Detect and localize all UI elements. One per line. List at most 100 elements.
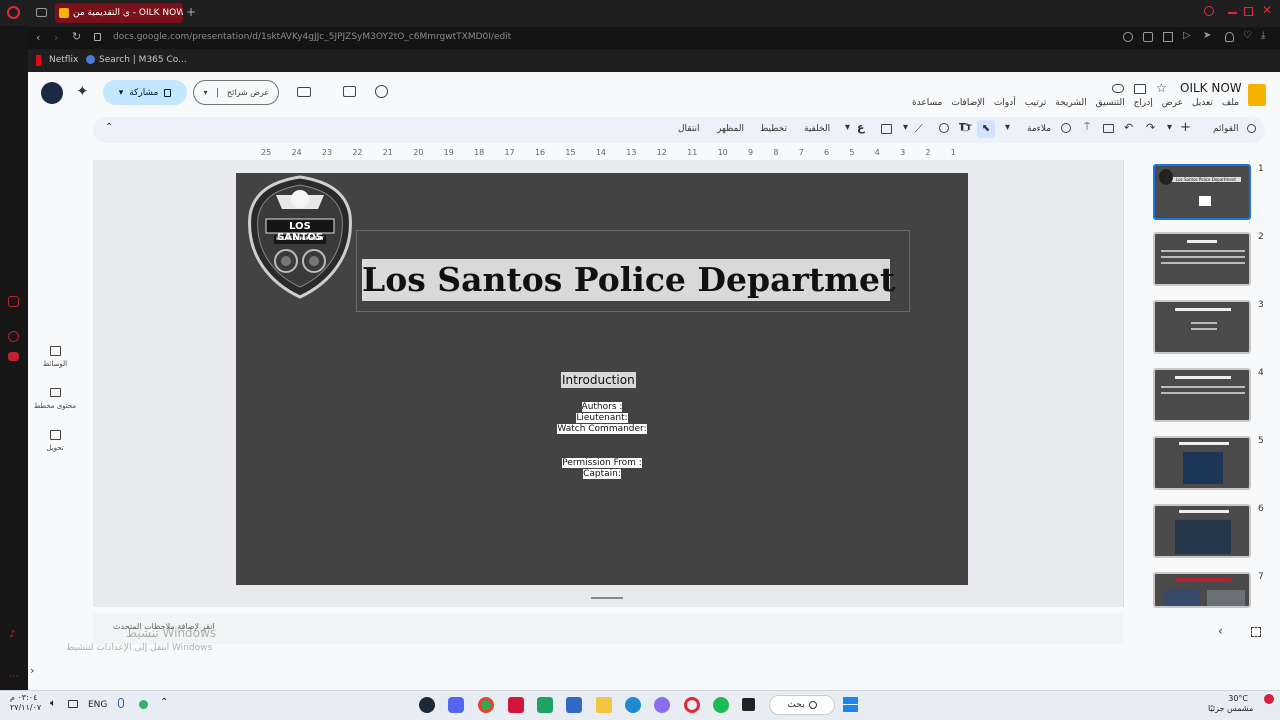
select-icon[interactable]: ⬉ <box>977 120 995 138</box>
new-slide-icon[interactable]: + <box>1180 120 1191 135</box>
sidebar-discord-icon[interactable] <box>8 352 19 361</box>
menus-search-button[interactable]: القوائم <box>1213 124 1238 134</box>
heart-icon[interactable]: ♡ <box>1243 30 1252 41</box>
side-tool-convert[interactable]: تحويل <box>25 430 85 452</box>
menu-edit[interactable]: تعديل <box>1192 98 1213 112</box>
sidebar-messenger-icon[interactable] <box>8 331 19 342</box>
menu-slide[interactable]: الشريحة <box>1055 98 1086 112</box>
bookmark-netflix[interactable]: Netflix <box>49 55 78 65</box>
star-icon[interactable]: ☆ <box>1156 81 1167 95</box>
network-icon[interactable] <box>68 700 78 708</box>
slideshow-button[interactable]: ▾ عرض شرائح <box>193 80 279 105</box>
share-button[interactable]: ▾ مشاركة <box>103 80 187 105</box>
back-icon[interactable]: ‹ <box>36 31 40 44</box>
play-icon[interactable]: ▷ <box>1183 30 1191 41</box>
browser-logo-icon[interactable] <box>7 6 20 19</box>
menu-insert[interactable]: إدراج <box>1134 98 1153 112</box>
opera-icon[interactable] <box>684 697 700 713</box>
menu-view[interactable]: عرض <box>1162 98 1183 112</box>
notes-resize-handle[interactable] <box>591 597 623 599</box>
zoom-dropdown-icon[interactable]: ▾ <box>1005 122 1010 133</box>
forward-icon[interactable]: › <box>54 31 58 44</box>
microphone-icon[interactable] <box>118 698 124 708</box>
store-icon[interactable] <box>566 697 582 713</box>
expand-sidebar-icon[interactable]: › <box>30 664 34 677</box>
collapse-panel-icon[interactable]: ‹ <box>1218 624 1223 638</box>
new-tab-button[interactable]: + <box>186 5 196 19</box>
redo-icon[interactable]: ↷ <box>1146 121 1155 134</box>
edge-icon[interactable] <box>625 697 641 713</box>
copilot-icon[interactable] <box>654 697 670 713</box>
search-tabs-icon[interactable] <box>1204 6 1214 16</box>
thumbnail-slide-5[interactable] <box>1153 436 1251 490</box>
close-icon[interactable]: ✕ <box>1262 3 1272 17</box>
url-input[interactable]: docs.google.com/presentation/d/1sktAVKy4… <box>113 32 511 42</box>
minimize-icon[interactable] <box>1228 12 1237 14</box>
input-tools-icon[interactable]: ▾ <box>845 122 850 133</box>
thumbnail-slide-7[interactable] <box>1153 572 1251 608</box>
transition-button[interactable]: انتقال <box>678 124 700 134</box>
slideshow-dropdown-icon[interactable]: ▾ <box>194 88 218 97</box>
slide-permission-lines[interactable]: Permission From : Captain: <box>552 458 652 480</box>
line-dropdown-icon[interactable]: ▾ <box>903 122 908 133</box>
slide[interactable]: LOS SANTOS POLICE DEPARTMENT Los Santos … <box>236 173 968 585</box>
zoom-select[interactable]: ملاءمة <box>1027 124 1051 134</box>
task-view-icon[interactable] <box>742 698 755 711</box>
print-icon[interactable] <box>1103 124 1114 133</box>
grid-view-icon[interactable] <box>1251 627 1261 637</box>
sparkle-icon[interactable]: ✦ <box>76 82 89 100</box>
extensions-icon[interactable] <box>1163 32 1173 42</box>
speaker-icon[interactable]: 🔈︎ <box>50 698 56 709</box>
language-indicator[interactable]: ENG <box>88 700 107 710</box>
meet-icon[interactable] <box>297 87 311 97</box>
steam-icon[interactable] <box>419 697 435 713</box>
speaker-notes[interactable]: انقر لإضافة ملاحظات المتحدث <box>93 614 1123 644</box>
reload-icon[interactable]: ↻ <box>72 30 81 43</box>
collapse-toolbar-icon[interactable]: ⌃ <box>105 122 113 133</box>
download-icon[interactable]: ⤓ <box>1261 30 1265 41</box>
doc-title[interactable]: OILK NOW <box>1180 81 1242 95</box>
menu-format[interactable]: التنسيق <box>1096 98 1125 112</box>
file-explorer-icon[interactable] <box>596 697 612 713</box>
workspaces-icon[interactable] <box>36 8 47 17</box>
side-tool-outline[interactable]: محتوى مخطط <box>25 388 85 410</box>
thumbnail-slide-6[interactable] <box>1153 504 1251 558</box>
thumbnail-slide-2[interactable] <box>1153 232 1251 286</box>
slide-credit-lines[interactable]: Authors : Lieutenant: Watch Commander: <box>554 402 650 435</box>
gemini-avatar[interactable] <box>41 82 63 104</box>
police-badge-logo[interactable]: LOS SANTOS POLICE DEPARTMENT <box>246 175 354 299</box>
discord-icon[interactable] <box>448 697 464 713</box>
side-tool-media[interactable]: الوسائط <box>25 346 85 368</box>
xbox-icon[interactable] <box>537 697 553 713</box>
new-slide-dropdown-icon[interactable]: ▾ <box>1167 122 1172 133</box>
menu-file[interactable]: ملف <box>1222 98 1239 112</box>
zoom-icon[interactable] <box>1061 123 1071 133</box>
thumbnail-slide-1[interactable]: Los Santos Police Department <box>1153 164 1251 220</box>
sidebar-tiktok-icon[interactable]: ♪ <box>9 629 15 640</box>
menu-tools[interactable]: أدوات <box>994 98 1016 112</box>
sidebar-more-icon[interactable]: ⋯ <box>9 671 19 682</box>
menu-arrange[interactable]: ترتيب <box>1025 98 1047 112</box>
background-button[interactable]: الخلفية <box>804 124 830 134</box>
taskbar-search[interactable]: بحث <box>769 695 835 715</box>
send-icon[interactable]: ➤ <box>1203 30 1211 41</box>
menu-help[interactable]: مساعدة <box>912 98 942 112</box>
thumbnail-slide-4[interactable] <box>1153 368 1251 422</box>
weather-widget[interactable]: 30°C مشمس جزئيًا <box>1208 694 1253 714</box>
text-box-icon[interactable]: Tт <box>959 122 972 133</box>
taskbar-clock[interactable]: ٠٣:٠٤ م ٢٧/١١/٠٧ <box>10 693 41 713</box>
maximize-icon[interactable] <box>1244 7 1253 16</box>
settings-icon[interactable] <box>1123 32 1133 42</box>
shape-icon[interactable] <box>939 123 949 133</box>
start-icon[interactable] <box>843 697 858 712</box>
active-tab[interactable]: ى التقديمية من - OILK NOW <box>55 3 183 23</box>
account-icon[interactable] <box>1225 32 1234 42</box>
acrobat-icon[interactable] <box>508 697 524 713</box>
theme-button[interactable]: المظهر <box>717 124 744 134</box>
menu-extensions[interactable]: الإضافات <box>951 98 985 112</box>
undo-icon[interactable]: ↶ <box>1124 121 1133 134</box>
comment-add-icon[interactable] <box>881 124 892 134</box>
bookmark-m365[interactable]: Search | M365 Co... <box>99 55 187 65</box>
move-folder-icon[interactable] <box>1134 84 1146 94</box>
slide-subtitle[interactable]: Introduction <box>561 372 636 388</box>
